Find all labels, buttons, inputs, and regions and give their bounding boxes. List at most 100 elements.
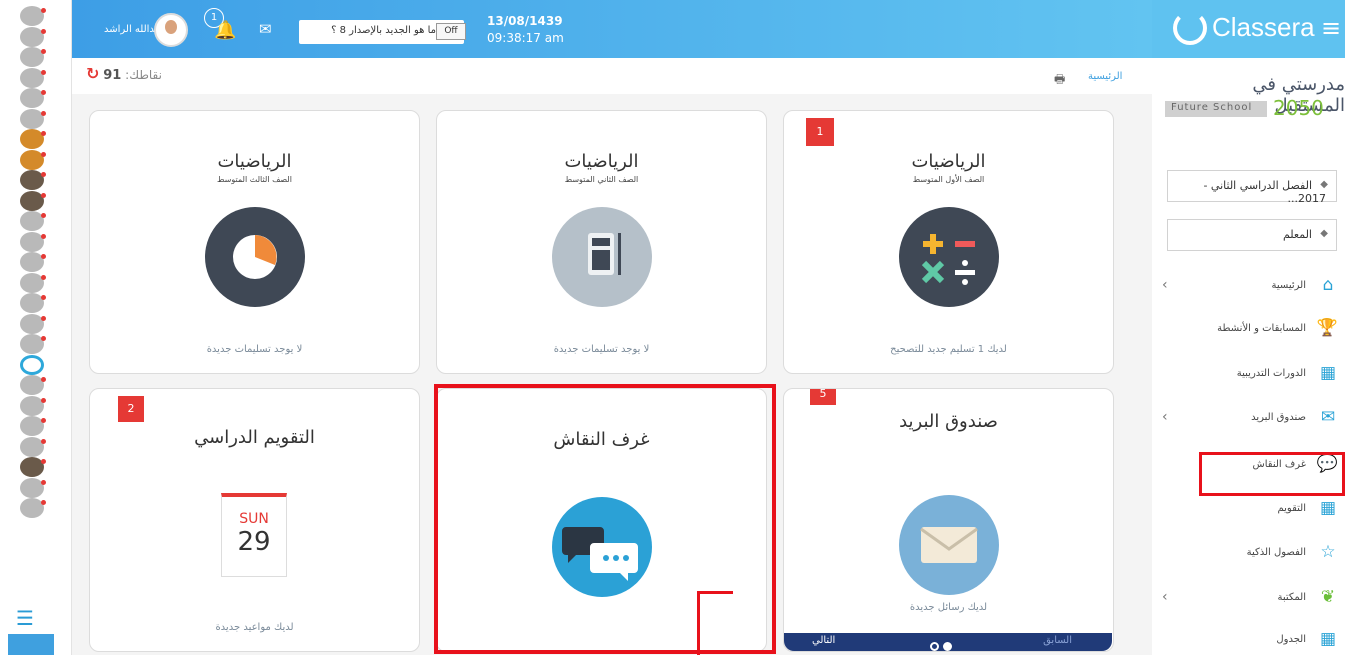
points-logo-icon: ↻ bbox=[86, 64, 100, 83]
mailbox-card[interactable]: 5 صندوق البريد لديك رسائل جديدة bbox=[783, 388, 1114, 652]
card-footer: لديك مواعيد جديدة bbox=[215, 622, 294, 633]
grid-icon: ▦ bbox=[1319, 363, 1337, 383]
contact-avatar[interactable] bbox=[20, 334, 46, 354]
brand-name[interactable]: Classera bbox=[1212, 12, 1315, 43]
points-value: 91 bbox=[103, 68, 122, 83]
contact-avatar[interactable] bbox=[20, 293, 46, 313]
home-icon: ⌂ bbox=[1322, 275, 1334, 295]
contact-avatar[interactable] bbox=[20, 375, 46, 395]
contacts-list bbox=[14, 6, 50, 519]
hamburger-icon[interactable]: ≡ bbox=[1321, 14, 1341, 42]
contact-avatar[interactable] bbox=[20, 170, 46, 190]
chevron-left-icon[interactable]: ‹ bbox=[1162, 589, 1168, 605]
card-footer: لديك رسائل جديدة bbox=[909, 602, 988, 613]
breadcrumb-bar bbox=[72, 58, 1152, 94]
select-arrow-icon: ◆ bbox=[1320, 228, 1328, 239]
calendar-day: SUN bbox=[239, 511, 269, 527]
contact-avatar[interactable] bbox=[20, 129, 46, 149]
card-subtitle: الصف الثاني المتوسط bbox=[564, 175, 639, 184]
envelope-icon bbox=[898, 495, 999, 595]
card-footer: لا يوجد تسليمات جديدة bbox=[206, 344, 303, 355]
whats-new-text[interactable]: ما هو الجديد بالإصدار 8 ؟ bbox=[331, 25, 436, 36]
contacts-panel: ☰ bbox=[0, 0, 72, 655]
card-badge: 2 bbox=[118, 396, 144, 422]
contact-avatar[interactable] bbox=[20, 149, 46, 170]
pager-dot[interactable] bbox=[943, 642, 952, 651]
sidebar-highlight-annotation bbox=[1199, 452, 1345, 496]
contact-avatar[interactable] bbox=[20, 67, 46, 88]
contact-avatar[interactable] bbox=[20, 108, 46, 129]
calculator-icon bbox=[551, 207, 652, 307]
card-badge: 5 bbox=[810, 389, 836, 405]
school-logo: Future School 2050 bbox=[1165, 96, 1324, 120]
pie-chart-icon bbox=[204, 207, 305, 307]
contact-avatar[interactable] bbox=[20, 498, 46, 518]
contact-avatar[interactable] bbox=[20, 211, 46, 231]
pager-dots bbox=[928, 636, 954, 655]
print-icon[interactable]: 🖶 bbox=[1054, 70, 1065, 91]
contact-avatar[interactable] bbox=[20, 231, 46, 252]
contact-avatar[interactable] bbox=[20, 88, 46, 108]
contact-avatar[interactable] bbox=[20, 190, 46, 211]
sidebar-item-smart-classes[interactable]: ☆ الفصول الذكية bbox=[1160, 540, 1340, 570]
sidebar-item-courses[interactable]: ▦ الدورات التدريبية bbox=[1160, 361, 1340, 391]
calendar-icon: SUN 29 bbox=[221, 493, 287, 577]
contact-avatar[interactable] bbox=[20, 416, 46, 436]
breadcrumb[interactable]: الرئيسية bbox=[1088, 71, 1122, 82]
pager-prev[interactable]: السابق bbox=[1043, 635, 1072, 646]
pager-dot[interactable] bbox=[930, 642, 939, 651]
math-operators-icon bbox=[898, 207, 999, 307]
contacts-tab[interactable] bbox=[8, 634, 54, 655]
leaf-icon: ❦ bbox=[1320, 587, 1336, 607]
card-title: الرياضيات bbox=[911, 151, 986, 172]
card-title: الرياضيات bbox=[564, 151, 639, 172]
calendar-date: 29 bbox=[237, 527, 271, 557]
course-card-math-2[interactable]: الرياضيات الصف الثاني المتوسط لا يوجد تس… bbox=[436, 110, 767, 374]
sidebar-item-competitions[interactable]: 🏆 المسابقات و الأنشطة bbox=[1160, 316, 1340, 346]
table-icon: ▦ bbox=[1319, 629, 1337, 649]
course-card-math-3[interactable]: الرياضيات الصف الثالث المتوسط لا يوجد تس… bbox=[89, 110, 420, 374]
card-badge: 1 bbox=[806, 118, 834, 146]
card-subtitle: الصف الثالث المتوسط bbox=[217, 175, 292, 184]
sidebar-item-calendar[interactable]: ▦ التقويم bbox=[1160, 496, 1340, 526]
pager-next[interactable]: التالي bbox=[812, 635, 835, 646]
card-footer: لا يوجد تسليمات جديدة bbox=[553, 344, 650, 355]
card-title: التقويم الدراسي bbox=[194, 427, 315, 448]
contact-avatar[interactable] bbox=[20, 6, 46, 26]
mail-icon: ✉ bbox=[1320, 407, 1336, 427]
contact-avatar[interactable] bbox=[20, 354, 44, 375]
time-display: 09:38:17 am bbox=[487, 31, 564, 45]
envelope-icon[interactable]: ✉ bbox=[259, 20, 272, 38]
school-year: 2050 bbox=[1273, 96, 1324, 120]
contact-avatar[interactable] bbox=[20, 395, 46, 416]
contact-avatar[interactable] bbox=[20, 47, 46, 67]
contact-avatar[interactable] bbox=[20, 477, 46, 498]
chevron-left-icon[interactable]: ‹ bbox=[1162, 409, 1168, 425]
points-label: نقاطك: bbox=[125, 68, 162, 82]
card-footer: لديك 1 تسليم جديد للتصحيح bbox=[890, 344, 1007, 355]
contact-avatar[interactable] bbox=[20, 436, 46, 457]
course-card-math-1[interactable]: 1 الرياضيات الصف الأول المتوسط لديك 1 تس… bbox=[783, 110, 1114, 374]
sidebar-item-library[interactable]: ❦ المكتبة ‹ bbox=[1160, 585, 1340, 615]
contact-avatar[interactable] bbox=[20, 26, 46, 47]
calendar-icon: ▦ bbox=[1319, 498, 1337, 518]
points-display: نقاطك: 91 ↻ bbox=[86, 64, 162, 83]
date-display: 13/08/1439 bbox=[487, 14, 563, 28]
sidebar-item-schedule[interactable]: ▦ الجدول bbox=[1160, 627, 1340, 655]
semester-select[interactable]: ◆ الفصل الدراسي الثاني - 2017... bbox=[1167, 170, 1337, 205]
card-subtitle: الصف الأول المتوسط bbox=[912, 175, 985, 184]
contact-avatar[interactable] bbox=[20, 252, 46, 272]
contact-avatar[interactable] bbox=[20, 272, 46, 293]
version-toggle[interactable]: Off bbox=[436, 23, 466, 40]
list-menu-icon[interactable]: ☰ bbox=[16, 606, 34, 630]
contact-avatar[interactable] bbox=[20, 457, 46, 477]
card-title: الرياضيات bbox=[217, 151, 292, 172]
contact-avatar[interactable] bbox=[20, 313, 46, 334]
bell-icon[interactable]: 🔔 bbox=[214, 20, 236, 41]
classera-logo-icon bbox=[1173, 11, 1207, 45]
role-select[interactable]: ◆ المعلم bbox=[1167, 219, 1337, 251]
chevron-left-icon[interactable]: ‹ bbox=[1162, 277, 1168, 293]
sidebar-item-home[interactable]: ⌂ الرئيسية ‹ bbox=[1160, 273, 1340, 303]
sidebar-item-mailbox[interactable]: ✉ صندوق البريد ‹ bbox=[1160, 405, 1340, 435]
user-avatar[interactable] bbox=[154, 13, 188, 47]
